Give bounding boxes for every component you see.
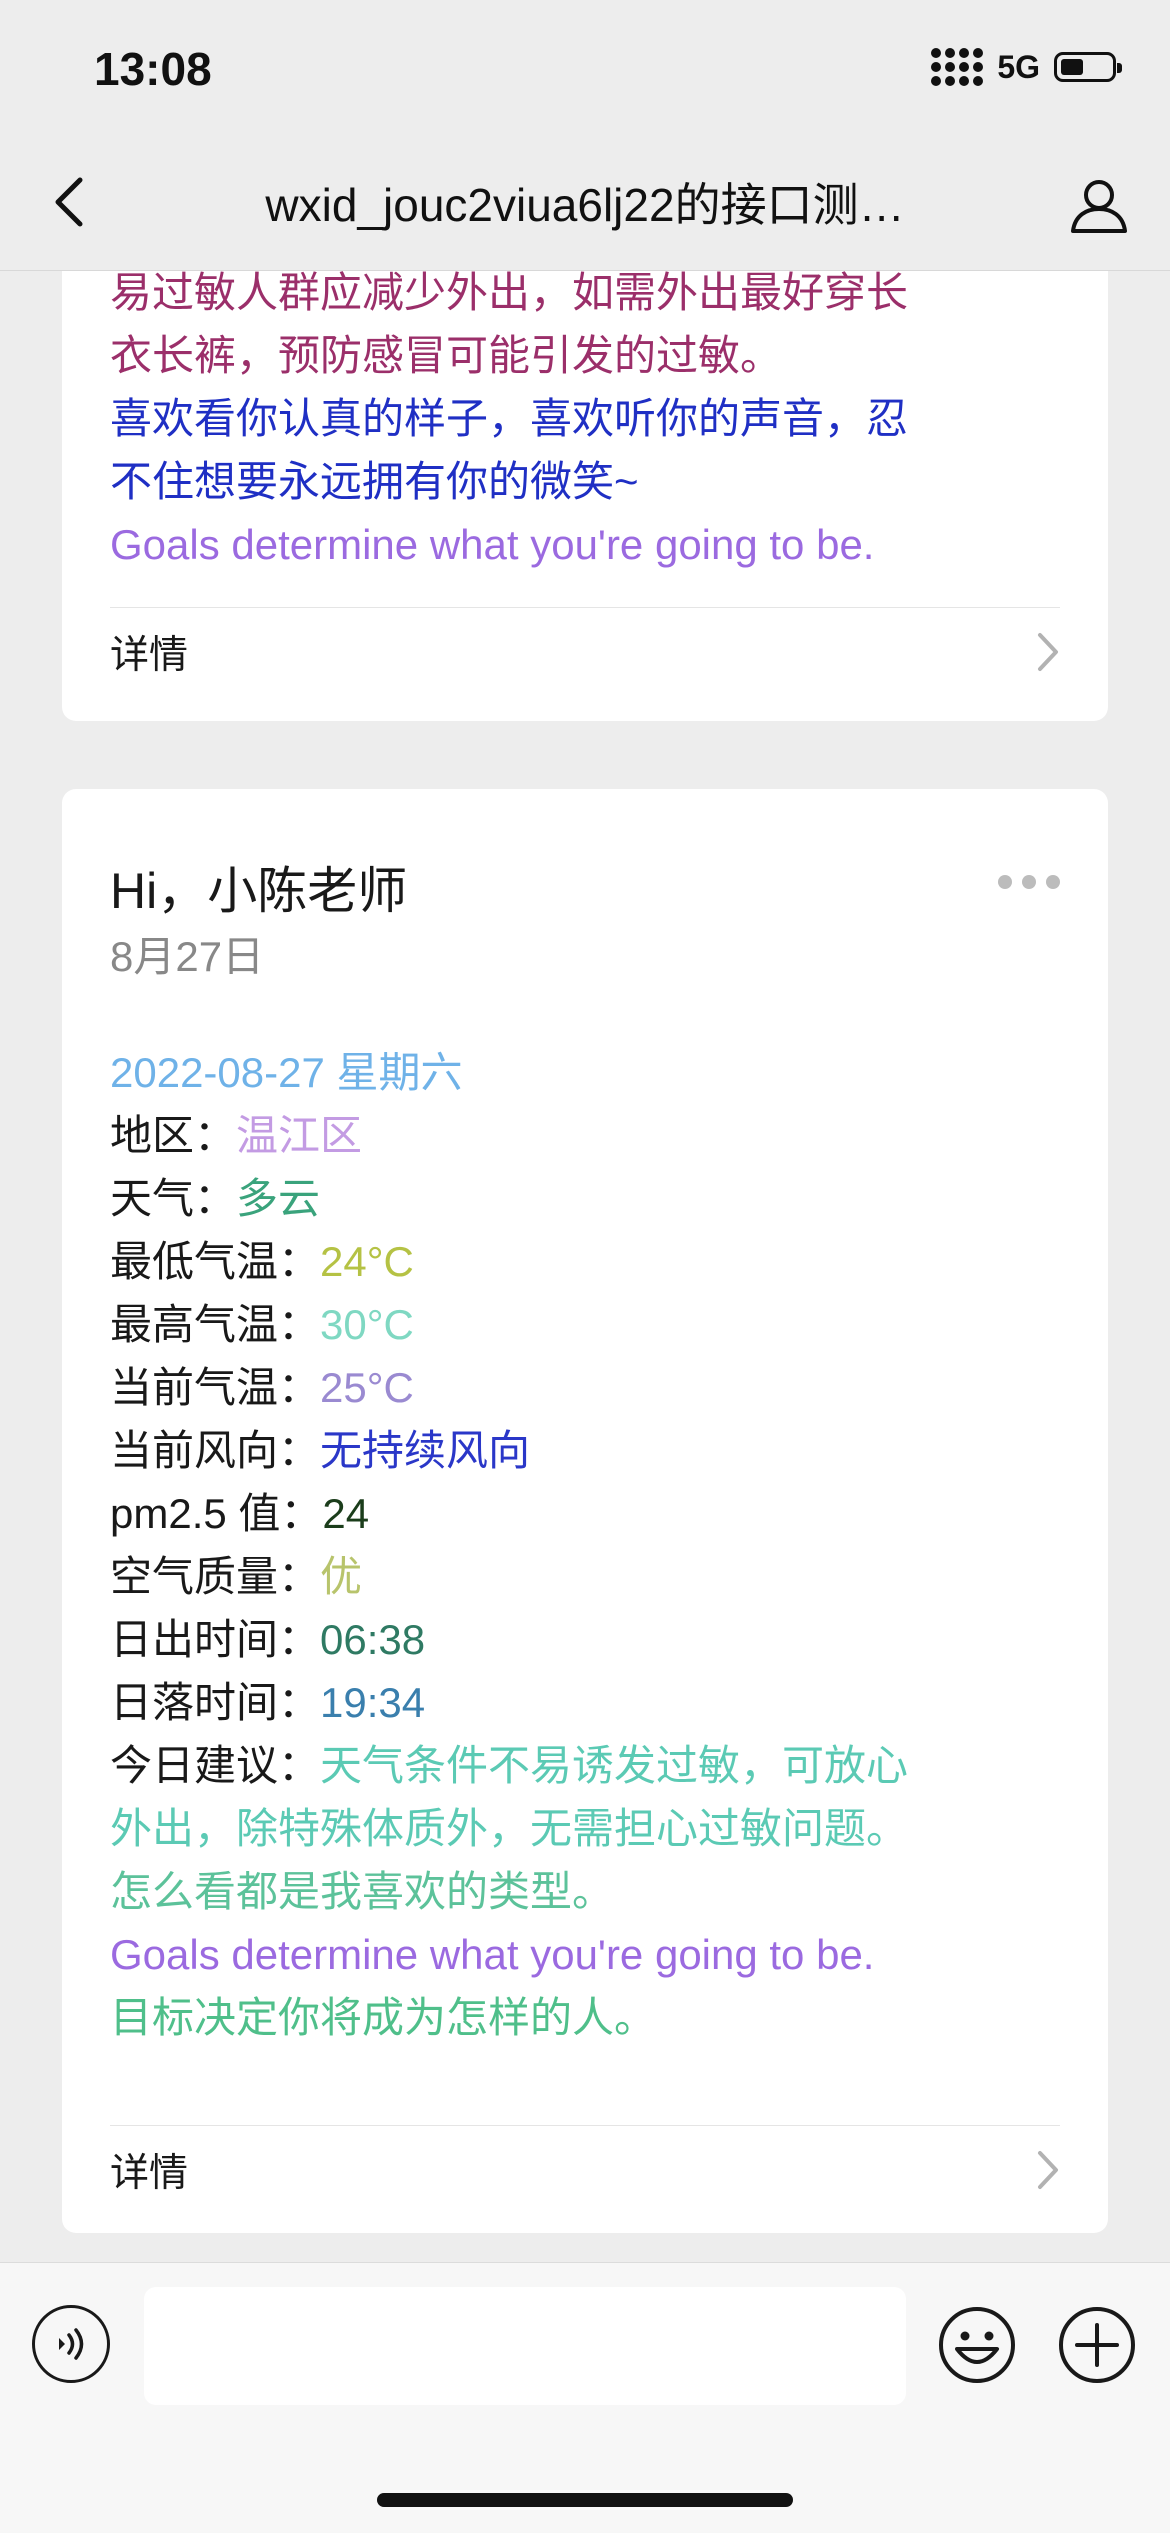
signal-icon [931,48,984,86]
field-label: 最低气温： [110,1238,321,1285]
chat-title: wxid_jouc2viua6lj22的接口测… [265,179,905,231]
field-label: 当前风向： [110,1427,321,1474]
message-line: 易过敏人群应减少外出，如需外出最好穿长 [110,271,909,316]
message-card: Hi，小陈老师 8月27日 2022-08-27 星期六 地区：温江区 天气：多… [62,789,1108,2233]
chat-header: wxid_jouc2viua6lj22的接口测… [0,140,1170,271]
message-card: 易过敏人群应减少外出，如需外出最好穿长 衣长裤，预防感冒可能引发的过敏。 喜欢看… [62,271,1108,721]
quote-en: Goals determine what you're going to be. [110,1931,875,1978]
message-line: 不住想要永远拥有你的微笑~ [110,458,639,505]
field-value: 多云 [236,1175,321,1222]
field-value: 19:34 [320,1679,426,1726]
plus-icon [1059,2307,1135,2383]
field-row: pm2.5 值：24 [110,1482,1060,1545]
field-label: pm2.5 值： [110,1490,323,1537]
advice-text: 外出，除特殊体质外，无需担心过敏问题。 [110,1805,909,1852]
emoji-button[interactable] [937,2305,1017,2385]
field-row: 空气质量：优 [110,1545,1060,1608]
details-link[interactable]: 详情 [110,607,1060,697]
field-value: 24 [322,1490,370,1537]
card-date: 8月27日 [110,933,265,980]
field-row: 最高气温：30°C [110,1293,1060,1356]
advice-text: 天气条件不易诱发过敏，可放心 [320,1742,909,1789]
voice-button[interactable] [32,2305,110,2383]
field-value: 25°C [320,1364,414,1411]
field-value: 无持续风向 [320,1427,531,1474]
compliment-text: 怎么看都是我喜欢的类型。 [110,1868,615,1915]
field-row: 地区：温江区 [110,1104,1060,1167]
message-list[interactable]: 易过敏人群应减少外出，如需外出最好穿长 衣长裤，预防感冒可能引发的过敏。 喜欢看… [0,271,1170,2261]
status-bar: 13:08 5G [0,0,1170,140]
battery-icon [1054,52,1122,82]
status-indicators: 5G [931,48,1122,86]
chevron-right-icon [1038,2151,1058,2189]
more-button[interactable] [998,875,1060,889]
field-row: 最低气温：24°C [110,1230,1060,1293]
card-body: 易过敏人群应减少外出，如需外出最好穿长 衣长裤，预防感冒可能引发的过敏。 喜欢看… [110,271,1060,576]
field-value: 06:38 [320,1616,426,1663]
advice-label: 今日建议： [110,1742,321,1789]
more-dot-icon [1022,875,1036,889]
message-input[interactable] [144,2287,906,2405]
profile-button[interactable] [1064,170,1134,240]
home-indicator [377,2493,793,2507]
card-title: Hi，小陈老师 [110,863,408,919]
report-date: 2022-08-27 星期六 [110,1049,463,1096]
field-label: 地区： [110,1112,237,1159]
more-actions-button[interactable] [1057,2305,1137,2385]
field-label: 当前气温： [110,1364,321,1411]
person-icon [1071,180,1127,233]
voice-icon [59,2328,84,2360]
back-button[interactable] [40,172,100,232]
message-line: 衣长裤，预防感冒可能引发的过敏。 [110,332,783,379]
field-label: 空气质量： [110,1553,321,1600]
details-label: 详情 [110,2152,189,2195]
status-time: 13:08 [94,43,212,95]
field-value: 24°C [320,1238,414,1285]
quote-cn: 目标决定你将成为怎样的人。 [110,1994,657,2041]
message-line: 喜欢看你认真的样子，喜欢听你的声音，忍 [110,395,909,442]
emoji-icon [939,2307,1015,2383]
field-value: 温江区 [236,1112,363,1159]
field-value: 优 [320,1553,363,1600]
field-value: 30°C [320,1301,414,1348]
details-link[interactable]: 详情 [110,2125,1060,2215]
message-line: Goals determine what you're going to be. [110,521,875,568]
field-row: 日落时间：19:34 [110,1671,1060,1734]
network-type: 5G [997,48,1040,85]
field-label: 天气： [110,1175,237,1222]
chevron-left-icon [55,177,83,227]
weather-report: 2022-08-27 星期六 地区：温江区 天气：多云 最低气温：24°C 最高… [110,1041,1060,2049]
chevron-right-icon [1038,633,1058,671]
field-row: 当前气温：25°C [110,1356,1060,1419]
field-label: 日出时间： [110,1616,321,1663]
field-row: 天气：多云 [110,1167,1060,1230]
advice-row: 今日建议：天气条件不易诱发过敏，可放心 [110,1734,1060,1797]
field-row: 当前风向：无持续风向 [110,1419,1060,1482]
more-dot-icon [998,875,1012,889]
more-dot-icon [1046,875,1060,889]
details-label: 详情 [110,634,189,677]
field-row: 日出时间：06:38 [110,1608,1060,1671]
field-label: 最高气温： [110,1301,321,1348]
field-label: 日落时间： [110,1679,321,1726]
